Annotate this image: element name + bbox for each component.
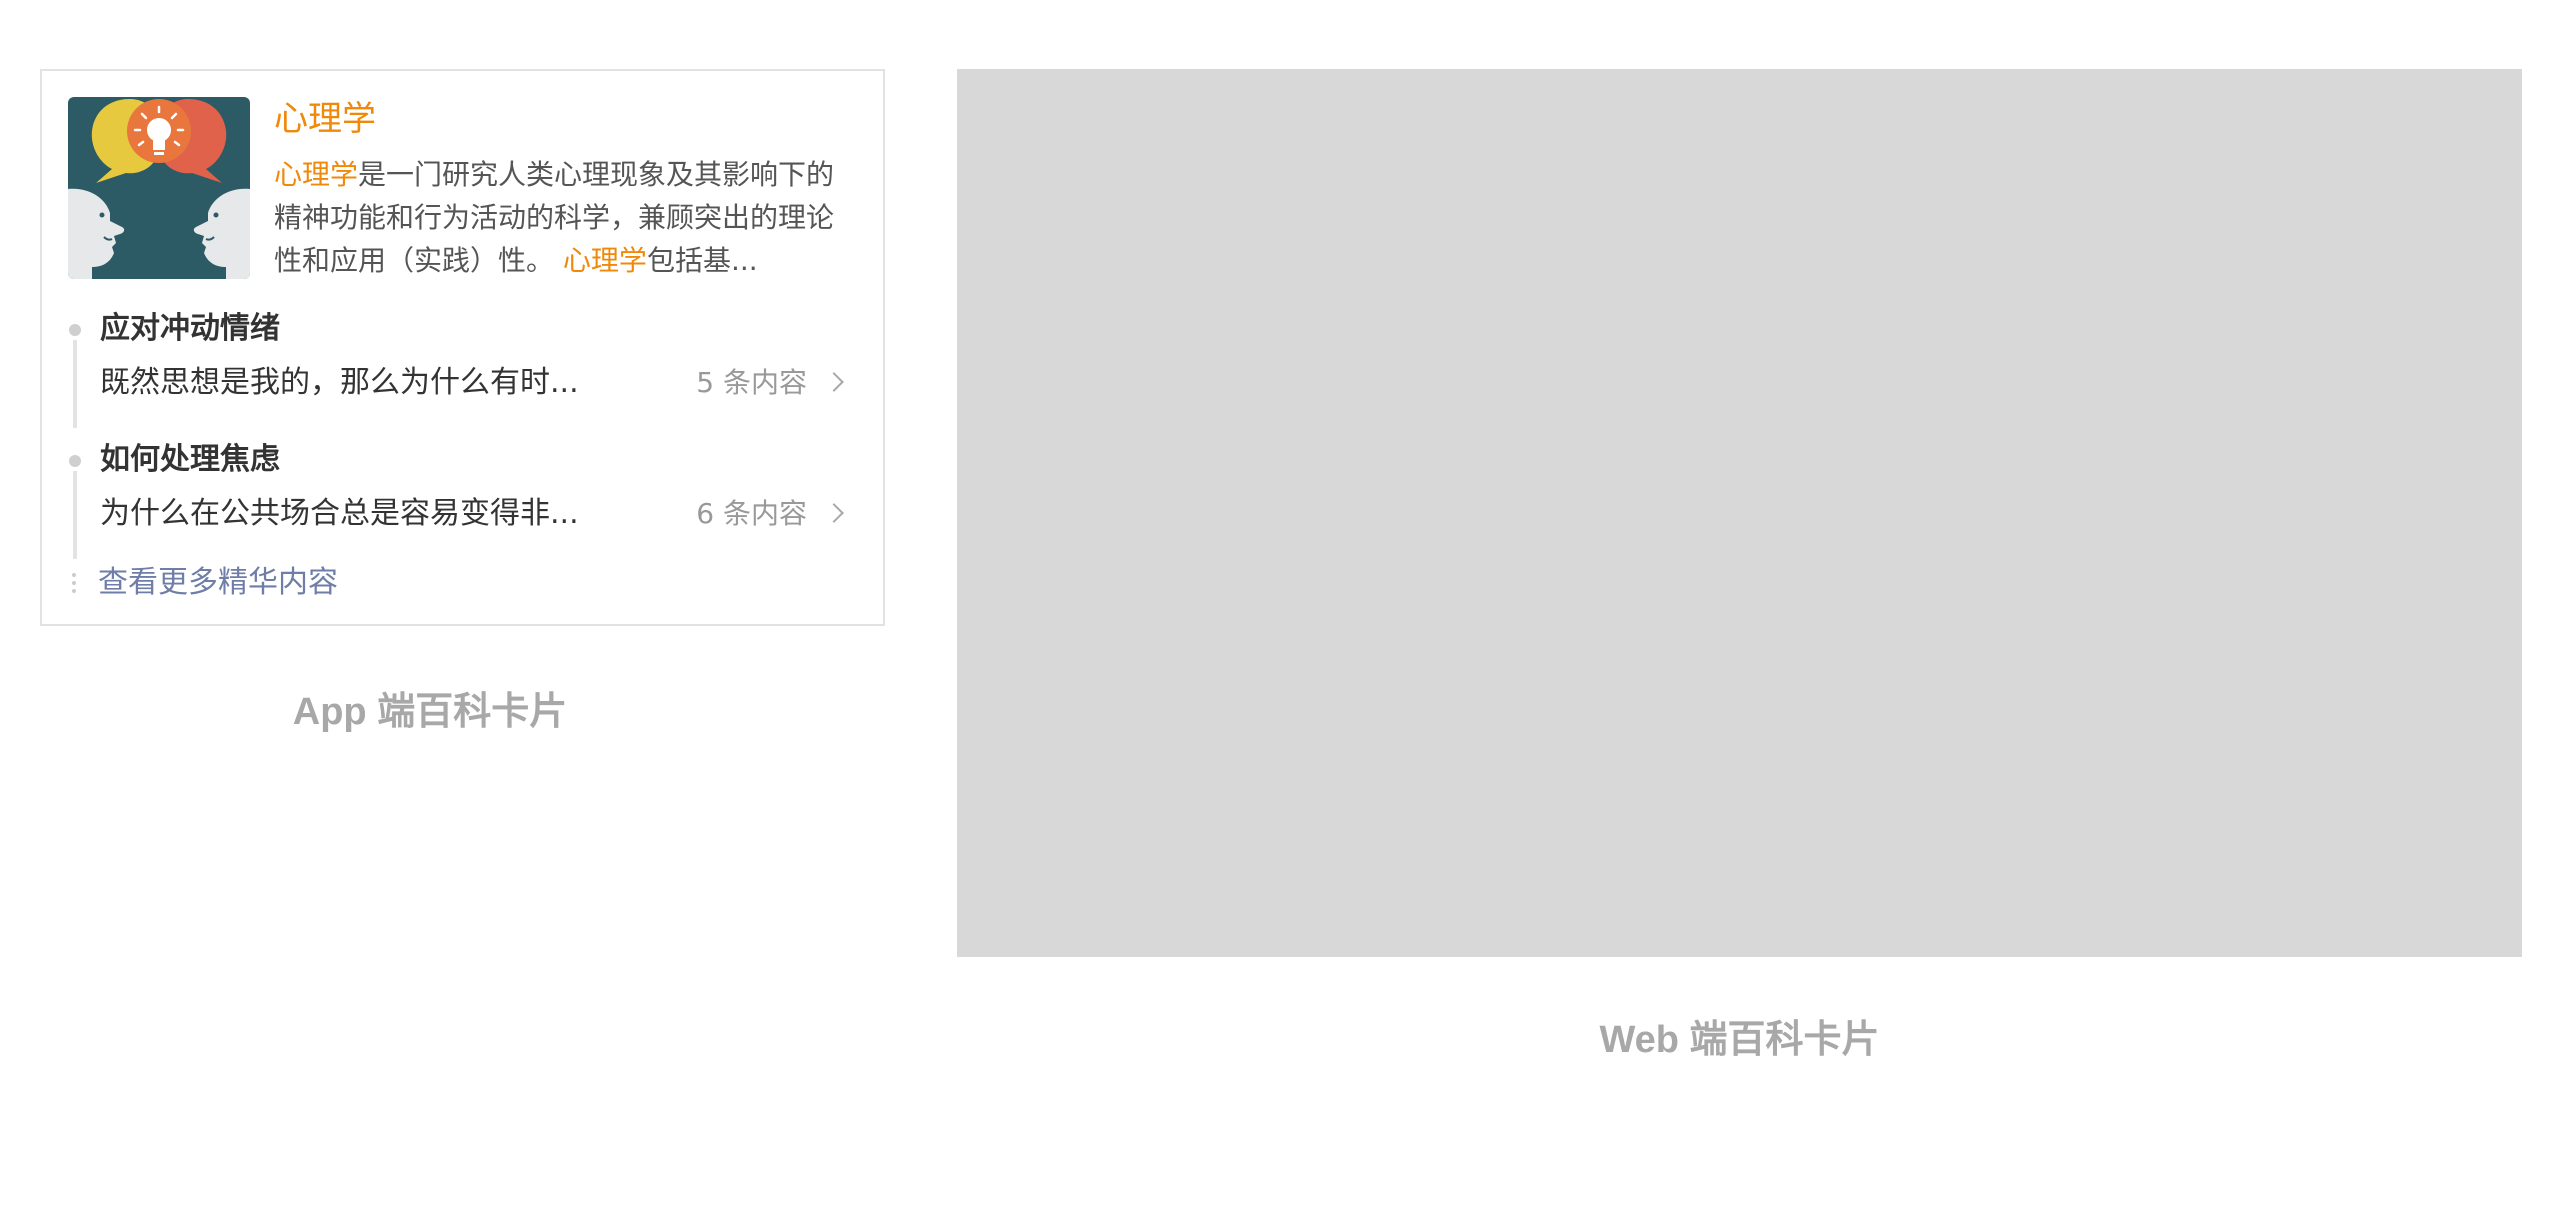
topic-summary: 为什么在公共场合总是容易变得非...: [100, 496, 579, 531]
app-card-caption: App 端百科卡片: [292, 691, 568, 733]
entry-title[interactable]: 心理学: [274, 97, 843, 141]
topic-summary: 既然思想是我的，那么为什么有时...: [100, 365, 579, 400]
topic-count: 6 条内容: [696, 497, 807, 530]
entry-description: 心理学是一门研究人类心理现象及其影响下的精神功能和行为活动的科学，兼顾突出的理论…: [274, 153, 843, 282]
description-text: 包括基...: [646, 244, 758, 277]
chevron-right-icon: [824, 372, 844, 392]
topic-item: 如何处理焦虑 为什么在公共场合总是容易变得非... 6 条内容: [42, 431, 883, 561]
topic-title: 应对冲动情绪: [100, 311, 280, 346]
timeline-dotted-line: [72, 571, 76, 595]
topic-link[interactable]: 为什么在公共场合总是容易变得非... 6 条内容: [100, 491, 844, 537]
topic-count: 5 条内容: [696, 366, 807, 399]
web-card-caption: Web 端百科卡片: [1599, 1019, 1880, 1061]
entry-header[interactable]: 心理学 心理学是一门研究人类心理现象及其影响下的精神功能和行为活动的科学，兼顾突…: [68, 97, 843, 279]
chevron-right-icon: [824, 503, 844, 523]
app-encyclopedia-card: 心理学 心理学是一门研究人类心理现象及其影响下的精神功能和行为活动的科学，兼顾突…: [40, 69, 885, 626]
timeline-dot: [69, 455, 81, 467]
timeline-line: [73, 340, 77, 428]
highlight-term: 心理学: [562, 244, 647, 277]
more-content-link[interactable]: 查看更多精华内容: [98, 561, 338, 605]
entry-image: [68, 97, 250, 279]
timeline-line: [73, 471, 77, 559]
web-card-placeholder: [957, 69, 2522, 957]
highlight-term: 心理学: [274, 158, 359, 191]
topic-title: 如何处理焦虑: [100, 442, 280, 477]
entry-text: 心理学 心理学是一门研究人类心理现象及其影响下的精神功能和行为活动的科学，兼顾突…: [274, 97, 843, 282]
timeline-dot: [69, 324, 81, 336]
topic-link[interactable]: 既然思想是我的，那么为什么有时... 5 条内容: [100, 360, 844, 406]
topic-item: 应对冲动情绪 既然思想是我的，那么为什么有时... 5 条内容: [42, 300, 883, 430]
psychology-faces-lightbulb-icon: [68, 97, 250, 279]
